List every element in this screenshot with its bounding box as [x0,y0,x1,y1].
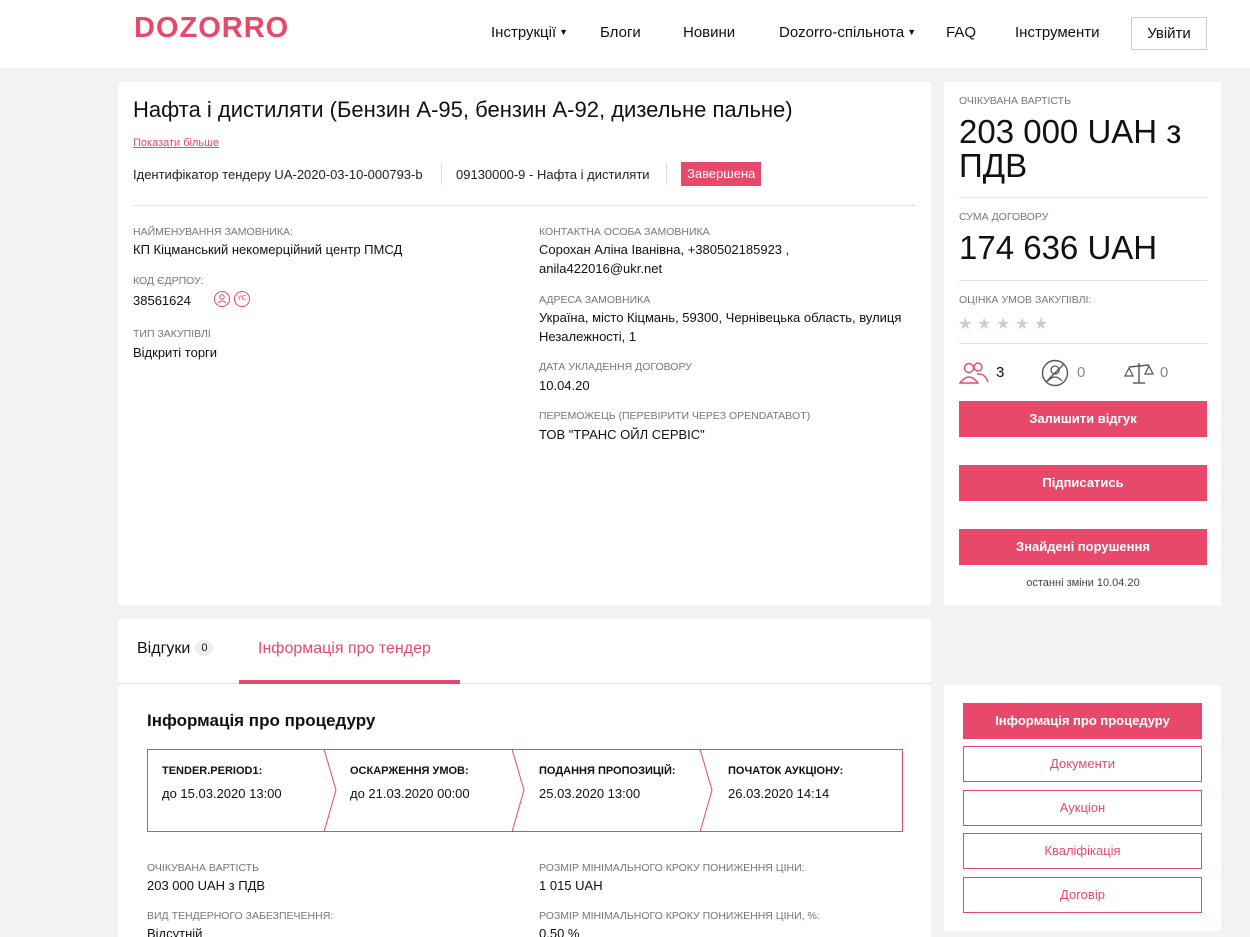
min-step-value: 1 015 UAH [539,878,603,893]
chevron-down-icon: ▼ [907,27,917,37]
star-icon[interactable]: ★ [1034,314,1048,334]
leave-review-button[interactable]: Залишити відгук [959,401,1207,437]
reviews-count-badge: 0 [195,640,214,656]
last-change: останні зміни 10.04.20 [1026,577,1140,589]
divider [666,163,667,185]
divider [959,197,1207,198]
step-1-label: TENDER.PERIOD1: [162,765,263,777]
step-1-value: до 15.03.2020 13:00 [162,786,282,801]
divider [133,205,916,206]
step-3-value: 25.03.2020 13:00 [539,786,641,801]
complaints-count: 0 [1077,364,1086,381]
divider [441,163,442,185]
rating-label: ОЦІНКА УМОВ ЗАКУПІВЛІ: [959,294,1092,306]
min-step-pct-label: РОЗМІР МІНІМАЛЬНОГО КРОКУ ПОНИЖЕННЯ ЦІНИ… [539,910,820,922]
user-check-icon[interactable] [214,291,230,307]
star-icon[interactable]: ★ [996,314,1010,334]
participants-count: 3 [996,364,1005,381]
tender-card [118,82,931,605]
security-label: ВИД ТЕНДЕРНОГО ЗАБЕЗПЕЧЕННЯ: [147,910,334,922]
login-button[interactable]: Увійти [1131,17,1207,50]
star-icon[interactable]: ★ [1015,314,1029,334]
nav-faq[interactable]: FAQ [946,24,976,41]
tender-id: Ідентифікатор тендеру UA-2020-03-10-0007… [133,167,423,182]
winner-label: ПЕРЕМОЖЕЦЬ (ПЕРЕВІРИТИ ЧЕРЕЗ OPENDATABOT… [539,410,811,422]
winner-link[interactable]: ТОВ "ТРАНС ОЙЛ СЕРВІС" [539,425,705,444]
page-title: Нафта і дистиляти (Бензин А-95, бензин А… [133,97,793,122]
min-step-label: РОЗМІР МІНІМАЛЬНОГО КРОКУ ПОНИЖЕННЯ ЦІНИ… [539,862,805,874]
nav-instructions[interactable]: Інструкції ▼ [491,24,568,41]
contact-label: КОНТАКТНА ОСОБА ЗАМОВНИКА [539,226,710,238]
subscribe-button[interactable]: Підписатись [959,465,1207,501]
address-label: АДРЕСА ЗАМОВНИКА [539,294,651,306]
contact-email: anila422016@ukr.net [539,261,663,276]
procurement-type-label: ТИП ЗАКУПІВЛІ [133,328,211,340]
active-tab-indicator [239,680,460,684]
star-icon[interactable]: ★ [958,314,972,334]
edrpou-code: 38561624 [133,293,191,308]
step-4-label: ПОЧАТОК АУКЦІОНУ: [728,765,844,777]
security-value: Відсутній [147,926,203,937]
nav-news[interactable]: Новини [683,24,735,41]
address-line1: Україна, місто Кіцмань, 59300, Чернівець… [539,310,902,325]
scales-icon [1124,363,1154,384]
no-complaints-icon [1041,359,1069,387]
step-2-value: до 21.03.2020 00:00 [350,786,470,801]
proc-expected-value: 203 000 UAH з ПДВ [147,878,266,893]
min-step-pct-value: 0.50 % [539,926,580,937]
tab-reviews[interactable]: Відгуки 0 [137,640,214,658]
proc-expected-label: ОЧІКУВАНА ВАРТІСТЬ [147,862,259,874]
tab-tender-info[interactable]: Інформація про тендер [258,640,431,658]
menu-documents[interactable]: Документи [963,746,1202,782]
violations-count: 0 [1160,364,1169,381]
nav-instructions-label: Інструкції [491,24,557,41]
yc-icon[interactable]: YC [234,291,250,307]
menu-auction[interactable]: Аукціон [963,790,1202,826]
contract-sum-label: СУМА ДОГОВОРУ [959,211,1049,223]
contract-date-label: ДАТА УКЛАДЕННЯ ДОГОВОРУ [539,361,692,373]
step-2-label: ОСКАРЖЕННЯ УМОВ: [350,765,469,777]
nav-tools[interactable]: Інструменти [1015,24,1100,41]
divider [959,280,1207,281]
procedure-title: Інформація про процедуру [147,711,376,730]
users-icon [959,362,989,384]
expected-value-label: ОЧІКУВАНА ВАРТІСТЬ [959,95,1071,107]
step-4-value: 26.03.2020 14:14 [728,786,830,801]
procurement-type: Відкриті торги [133,345,218,360]
divider [959,343,1207,344]
chevron-down-icon: ▼ [559,27,569,37]
top-navbar: DOZORRO Інструкції ▼ Блоги Новини Dozorro… [0,0,1250,68]
violations-button[interactable]: Знайдені порушення [959,529,1207,565]
expected-value-line2: ПДВ [959,147,1028,184]
star-icon[interactable]: ★ [977,314,991,334]
edrpou-label: КОД ЄДРПОУ: [133,275,204,287]
menu-procedure-info[interactable]: Інформація про процедуру [963,703,1202,739]
tender-cpv: 09130000-9 - Нафта і дистиляти [456,167,650,182]
contract-sum: 174 636 UAH [959,229,1158,266]
menu-qualification[interactable]: Кваліфікація [963,833,1202,869]
dozorro-logo[interactable]: DOZORRO [134,12,289,45]
contract-date: 10.04.20 [539,378,590,393]
nav-blogs[interactable]: Блоги [600,24,641,41]
customer-name: КП Кіцманський некомерційний центр ПМСД [133,242,403,257]
nav-community[interactable]: Dozorro-спільнота ▼ [779,24,916,41]
menu-contract[interactable]: Договір [963,877,1202,913]
contact-line1: Сорохан Аліна Іванівна, +380502185923 , [539,242,790,257]
show-more-link[interactable]: Показати більше [133,137,219,149]
nav-community-label: Dozorro-спільнота [779,24,905,41]
step-3-label: ПОДАННЯ ПРОПОЗИЦІЙ: [539,765,676,777]
address-line2: Незалежності, 1 [539,329,637,344]
status-badge: Завершена [681,162,762,186]
customer-label: НАЙМЕНУВАННЯ ЗАМОВНИКА: [133,226,293,238]
expected-value-line1: 203 000 UAH з [959,113,1182,150]
tab-reviews-label: Відгуки [137,640,191,657]
